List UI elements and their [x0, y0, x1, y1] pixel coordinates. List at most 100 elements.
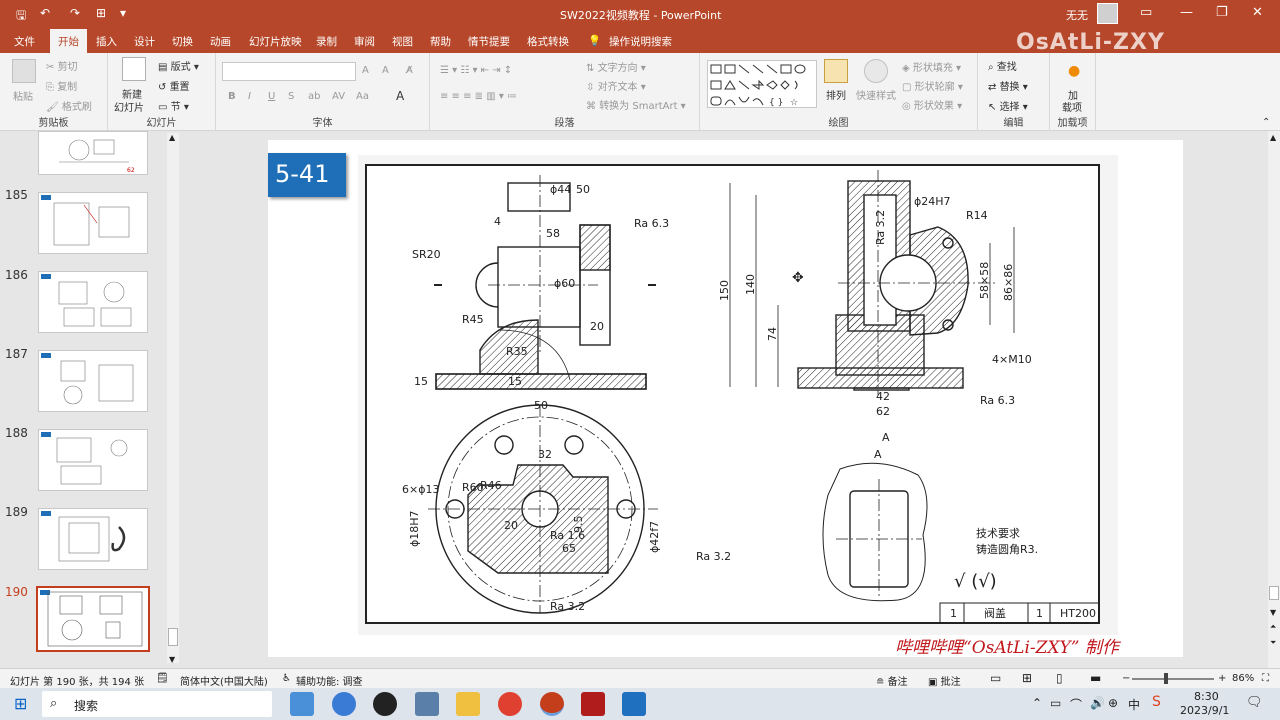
- slide-thumb[interactable]: [38, 429, 148, 491]
- case-icon[interactable]: Aa: [356, 91, 369, 102]
- quick-styles-icon[interactable]: [864, 59, 888, 83]
- quick-styles-button[interactable]: 快速样式: [856, 87, 896, 102]
- tab-record[interactable]: 录制: [316, 34, 337, 49]
- slide-thumb-active[interactable]: [36, 586, 150, 652]
- scroll-down-icon[interactable]: ▼: [169, 655, 175, 664]
- tab-home[interactable]: 开始: [50, 29, 87, 53]
- strike-button[interactable]: S: [288, 91, 294, 102]
- avatar[interactable]: [1097, 3, 1118, 24]
- slide-scrollbar[interactable]: ▲ ▼ ⏶ ⏷: [1268, 131, 1280, 668]
- tab-transitions[interactable]: 切换: [172, 34, 193, 49]
- tab-review[interactable]: 审阅: [354, 34, 375, 49]
- spellcheck-icon[interactable]: 🗒: [156, 673, 169, 684]
- align-icons[interactable]: ≡ ≡ ≡ ≣ ▥ ▾ ≔: [440, 91, 517, 102]
- underline-button[interactable]: U: [268, 91, 275, 102]
- scroll-thumb[interactable]: [168, 628, 178, 646]
- font-color-icon[interactable]: A: [396, 89, 404, 103]
- align-text-button[interactable]: ⇳ 对齐文本 ▾: [586, 78, 646, 93]
- tab-insert[interactable]: 插入: [96, 34, 117, 49]
- notes-button[interactable]: ≘ 备注: [876, 673, 908, 688]
- collapse-ribbon-icon[interactable]: ⌃: [1262, 117, 1270, 128]
- slide-thumb[interactable]: 62: [38, 131, 148, 175]
- tab-animations[interactable]: 动画: [210, 34, 231, 49]
- quick-access-icon[interactable]: ⊞: [96, 6, 106, 20]
- fit-slide-icon[interactable]: ⛶: [1262, 673, 1269, 684]
- cut-button[interactable]: ✂ 剪切: [46, 58, 78, 73]
- sogou-icon[interactable]: S: [1152, 694, 1161, 710]
- shape-effect-button[interactable]: ◎ 形状效果 ▾: [902, 97, 962, 112]
- tab-view[interactable]: 视图: [392, 34, 413, 49]
- slide-thumb[interactable]: [38, 350, 148, 412]
- shape-outline-button[interactable]: ▢ 形状轮廓 ▾: [902, 78, 963, 93]
- tab-format-convert[interactable]: 格式转换: [527, 34, 569, 49]
- addin-button-label2[interactable]: 载项: [1062, 99, 1082, 114]
- clock-time[interactable]: 8:30: [1194, 690, 1219, 703]
- next-slide-icon[interactable]: ⏷: [1270, 638, 1276, 648]
- layout-button[interactable]: ▤ 版式 ▾: [158, 58, 199, 73]
- paste-button[interactable]: 粘贴: [13, 88, 33, 103]
- prev-slide-icon[interactable]: ⏶: [1270, 622, 1276, 632]
- sorter-view-icon[interactable]: ⊞: [1022, 671, 1032, 685]
- zoom-level[interactable]: 86%: [1232, 673, 1254, 684]
- globe-icon[interactable]: ⊕: [1108, 696, 1118, 710]
- solidworks-icon[interactable]: [581, 692, 605, 716]
- slide-thumb[interactable]: [38, 192, 148, 254]
- windows-start-icon[interactable]: ⊞: [14, 694, 27, 713]
- slide-thumb[interactable]: [38, 271, 148, 333]
- accessibility-icon[interactable]: ♿: [282, 673, 291, 684]
- zoom-in-icon[interactable]: +: [1218, 673, 1226, 684]
- tab-storyboard[interactable]: 情节提要: [468, 34, 510, 49]
- reset-button[interactable]: ↺ 重置: [158, 78, 190, 93]
- user-name[interactable]: 无无: [1066, 7, 1088, 23]
- normal-view-icon[interactable]: ▭: [990, 671, 1001, 685]
- comments-button[interactable]: ▣ 批注: [928, 673, 961, 688]
- accessibility-status[interactable]: 辅助功能: 调查: [296, 673, 363, 688]
- smartart-button[interactable]: ⌘ 转换为 SmartArt ▾: [586, 97, 686, 112]
- addin-icon[interactable]: ●: [1068, 63, 1080, 79]
- taskbar-search-box[interactable]: ⌕ 搜索: [42, 691, 272, 717]
- tab-file[interactable]: 文件: [14, 34, 35, 49]
- volume-icon[interactable]: 🔊: [1090, 696, 1105, 710]
- tell-me-search[interactable]: 操作说明搜索: [609, 34, 672, 49]
- zoom-out-icon[interactable]: −: [1122, 673, 1130, 684]
- arrange-icon[interactable]: [824, 59, 848, 83]
- ribbon-display-icon[interactable]: ▭: [1140, 5, 1152, 20]
- shape-fill-button[interactable]: ◈ 形状填充 ▾: [902, 59, 961, 74]
- redo-icon[interactable]: ↷: [70, 6, 80, 20]
- ime-indicator[interactable]: 中: [1128, 696, 1140, 713]
- save-icon[interactable]: 🖫: [16, 6, 26, 27]
- italic-button[interactable]: I: [248, 91, 251, 102]
- scroll-up-icon[interactable]: ▲: [1270, 133, 1276, 142]
- chrome-icon[interactable]: [498, 692, 522, 716]
- maximize-icon[interactable]: ❐: [1216, 5, 1228, 20]
- calculator-icon[interactable]: [415, 692, 439, 716]
- minimize-icon[interactable]: —: [1180, 5, 1193, 20]
- zoom-slider-thumb[interactable]: [1164, 673, 1168, 684]
- clock-date[interactable]: 2023/9/1: [1180, 704, 1229, 717]
- bold-button[interactable]: B: [228, 91, 236, 102]
- customize-qat-icon[interactable]: ▾: [120, 6, 126, 20]
- powerpoint-icon[interactable]: [540, 692, 564, 716]
- undo-icon[interactable]: ↶: [40, 6, 50, 20]
- qq-icon[interactable]: [373, 692, 397, 716]
- paste-icon[interactable]: [12, 59, 36, 83]
- file-explorer-icon[interactable]: [456, 692, 480, 716]
- close-icon[interactable]: ✕: [1252, 5, 1263, 20]
- task-view-icon[interactable]: [290, 692, 314, 716]
- scroll-up-icon[interactable]: ▲: [169, 133, 175, 142]
- slideshow-view-icon[interactable]: ▬: [1090, 671, 1101, 685]
- spacing-icon[interactable]: AV: [332, 91, 345, 102]
- bullets-icon[interactable]: ☰ ▾ ☷ ▾ ⇤ ⇥ ↕: [440, 65, 512, 76]
- tab-design[interactable]: 设计: [134, 34, 155, 49]
- slide-thumb[interactable]: [38, 508, 148, 570]
- section-button[interactable]: ▭ 节 ▾: [158, 98, 189, 113]
- photos-icon[interactable]: [622, 692, 646, 716]
- scroll-thumb[interactable]: [1269, 586, 1279, 600]
- scroll-down-icon[interactable]: ▼: [1270, 608, 1276, 617]
- language-indicator[interactable]: 简体中文(中国大陆): [180, 673, 268, 688]
- replace-button[interactable]: ⇄ 替换 ▾: [988, 78, 1028, 93]
- thumbnail-scrollbar[interactable]: ▲ ▼: [167, 133, 179, 664]
- tab-help[interactable]: 帮助: [430, 34, 451, 49]
- find-button[interactable]: ⌕ 查找: [988, 58, 1017, 73]
- reading-view-icon[interactable]: ▯: [1056, 671, 1063, 685]
